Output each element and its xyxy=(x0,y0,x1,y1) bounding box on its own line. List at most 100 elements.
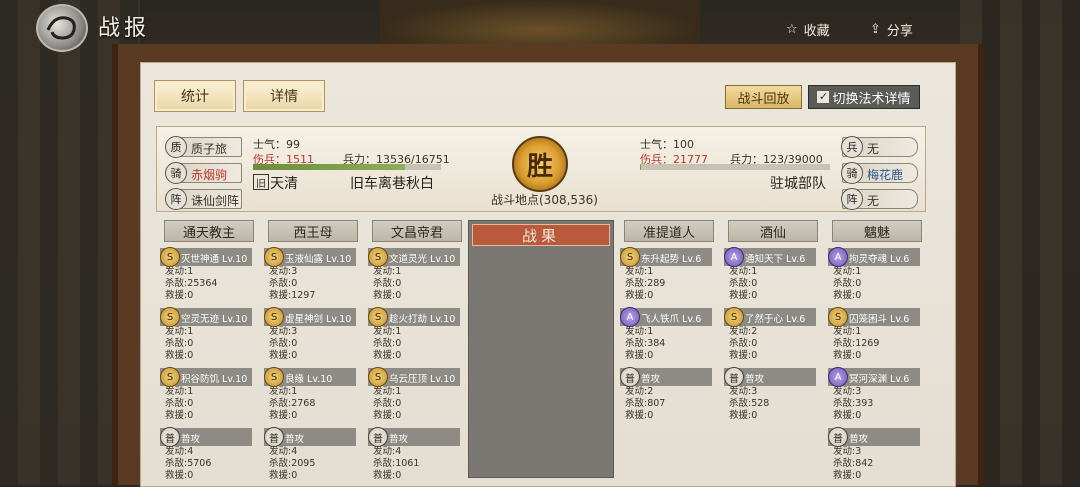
skill-grade-icon: A xyxy=(828,367,848,387)
result-header: 战果 xyxy=(472,224,610,246)
skill-stat: 杀敌:2768 xyxy=(269,398,316,409)
hero-name[interactable]: 准提道人 xyxy=(624,220,714,242)
formation-icon: 阵 xyxy=(165,188,187,210)
skill-name: 灭世神通 Lv.10 xyxy=(181,254,248,265)
skill-row[interactable]: 普普攻 xyxy=(724,367,816,387)
hero-name[interactable]: 通天教主 xyxy=(164,220,254,242)
hero-name[interactable]: 西王母 xyxy=(268,220,358,242)
skill-row[interactable]: S 囚笼困斗 Lv.6 xyxy=(828,307,920,327)
skill-grade-icon: S xyxy=(368,367,388,387)
right-troop-bar xyxy=(640,164,830,170)
page-title: 战报 xyxy=(98,16,151,41)
battle-result-panel: 战果 xyxy=(468,220,614,478)
skill-stat: 杀敌:289 xyxy=(625,278,666,289)
skill-row[interactable]: S 东升起势 Lv.6 xyxy=(620,247,712,267)
skill-grade-icon: S xyxy=(264,367,284,387)
skill-stat: 救援:0 xyxy=(373,350,402,361)
skill-stat: 发动:1 xyxy=(165,386,194,397)
right-pill-mount[interactable]: 骑 梅花鹿 xyxy=(841,162,918,184)
skill-stat: 救援:0 xyxy=(373,290,402,301)
skill-stat: 救援:0 xyxy=(833,290,862,301)
skill-stat: 救援:0 xyxy=(833,470,862,481)
skill-row[interactable]: 普普攻 xyxy=(264,427,356,447)
share-button[interactable]: ⇪ 分享 xyxy=(870,20,913,39)
skill-stat: 杀敌:0 xyxy=(729,278,758,289)
skill-grade-icon: S xyxy=(724,307,744,327)
skill-row[interactable]: S 了然于心 Lv.6 xyxy=(724,307,816,327)
skill-stat: 发动:2 xyxy=(625,386,654,397)
right-pill-formation[interactable]: 阵 无 xyxy=(841,188,918,210)
skill-row[interactable]: S 空灵无迹 Lv.10 xyxy=(160,307,252,327)
skill-row[interactable]: S 文道灵光 Lv.10 xyxy=(368,247,460,267)
skill-row[interactable]: S 乌云压顶 Lv.10 xyxy=(368,367,460,387)
left-pill-mount[interactable]: 骑 赤烟驹 xyxy=(165,162,242,184)
battle-location[interactable]: 战斗地点(308,536) xyxy=(491,191,598,208)
tab-stats[interactable]: 统计 xyxy=(154,80,236,112)
skill-name: 飞人铁爪 Lv.6 xyxy=(641,314,702,325)
hero-name[interactable]: 文昌帝君 xyxy=(372,220,462,242)
skill-grade-icon: 普 xyxy=(264,427,284,447)
pill-label: 梅花鹿 xyxy=(867,168,904,182)
skill-grade-icon: S xyxy=(160,367,180,387)
skill-grade-icon: 普 xyxy=(724,367,744,387)
skill-grade-icon: S xyxy=(264,247,284,267)
skill-stat: 发动:3 xyxy=(269,266,298,277)
back-logo-icon[interactable] xyxy=(36,4,88,52)
skill-row[interactable]: A 飞人铁爪 Lv.6 xyxy=(620,307,712,327)
skill-stat: 杀敌:1269 xyxy=(833,338,880,349)
skill-grade-icon: A xyxy=(620,307,640,327)
skill-name: 普攻 xyxy=(389,434,409,445)
skill-row[interactable]: S 良缘 Lv.10 xyxy=(264,367,356,387)
skill-grade-icon: 普 xyxy=(160,427,180,447)
faction-icon: 旧 xyxy=(253,174,269,190)
skill-row[interactable]: 普普攻 xyxy=(620,367,712,387)
skill-row[interactable]: S 玉液仙露 Lv.10 xyxy=(264,247,356,267)
skill-stat: 杀敌:0 xyxy=(373,278,402,289)
tab-details[interactable]: 详情 xyxy=(243,80,325,112)
left-pill-formation[interactable]: 阵 诛仙剑阵 xyxy=(165,188,242,210)
skill-row[interactable]: 普普攻 xyxy=(160,427,252,447)
skill-grade-icon: 普 xyxy=(368,427,388,447)
hero-name[interactable]: 魑魅 xyxy=(832,220,922,242)
skill-row[interactable]: S 虚星神剑 Lv.10 xyxy=(264,307,356,327)
skill-row[interactable]: S 灭世神通 Lv.10 xyxy=(160,247,252,267)
skill-row[interactable]: S 趁火打劫 Lv.10 xyxy=(368,307,460,327)
skill-stat: 发动:1 xyxy=(165,266,194,277)
skill-grade-icon: A xyxy=(724,247,744,267)
checkbox-icon[interactable]: ✓ xyxy=(817,91,830,103)
skill-stat: 杀敌:393 xyxy=(833,398,874,409)
skill-name: 趁火打劫 Lv.10 xyxy=(389,314,456,325)
skill-stat: 发动:4 xyxy=(165,446,194,457)
battle-replay-button[interactable]: 战斗回放 xyxy=(725,85,802,109)
hero-name[interactable]: 酒仙 xyxy=(728,220,818,242)
favorite-button[interactable]: ☆ 收藏 xyxy=(786,20,830,39)
skill-stat: 杀敌:0 xyxy=(165,398,194,409)
formation-icon: 阵 xyxy=(841,188,863,210)
skill-stat: 发动:1 xyxy=(833,266,862,277)
skill-name: 通知天下 Lv.6 xyxy=(745,254,806,265)
skill-stat: 救援:1297 xyxy=(269,290,316,301)
skill-row[interactable]: 普普攻 xyxy=(828,427,920,447)
skill-stat: 杀敌:807 xyxy=(625,398,666,409)
pill-label: 无 xyxy=(867,142,880,156)
skill-stat: 救援:0 xyxy=(269,350,298,361)
skill-stat: 救援:0 xyxy=(833,410,862,421)
skill-row[interactable]: A 冥河深渊 Lv.6 xyxy=(828,367,920,387)
skill-stat: 杀敌:0 xyxy=(269,338,298,349)
hero-column: 魑魅 A 拘灵夺魂 Lv.6 发动:1 杀敌:0 救援:0 S 囚笼困斗 Lv.6 发动:1 杀敌… xyxy=(828,220,924,481)
skill-row[interactable]: A 拘灵夺魂 Lv.6 xyxy=(828,247,920,267)
skill-stat: 救援:0 xyxy=(373,410,402,421)
skill-grade-icon: S xyxy=(368,307,388,327)
skill-stat: 发动:4 xyxy=(269,446,298,457)
skill-name: 囚笼困斗 Lv.6 xyxy=(849,314,910,325)
left-pill-unit[interactable]: 质 质子旅 xyxy=(165,136,242,158)
skill-row[interactable]: A 通知天下 Lv.6 xyxy=(724,247,816,267)
skill-row[interactable]: 普普攻 xyxy=(368,427,460,447)
switch-spell-details-button[interactable]: ✓ 切换法术详情 xyxy=(808,85,920,109)
top-bar: 战报 ☆ 收藏 ⇪ 分享 xyxy=(0,0,1080,52)
right-morale: 士气：100 xyxy=(640,138,694,151)
right-army-name: 驻城部队 xyxy=(770,176,826,192)
skill-row[interactable]: S 积谷防饥 Lv.10 xyxy=(160,367,252,387)
right-pill-unit[interactable]: 兵 无 xyxy=(841,136,918,158)
skill-grade-icon: S xyxy=(160,247,180,267)
